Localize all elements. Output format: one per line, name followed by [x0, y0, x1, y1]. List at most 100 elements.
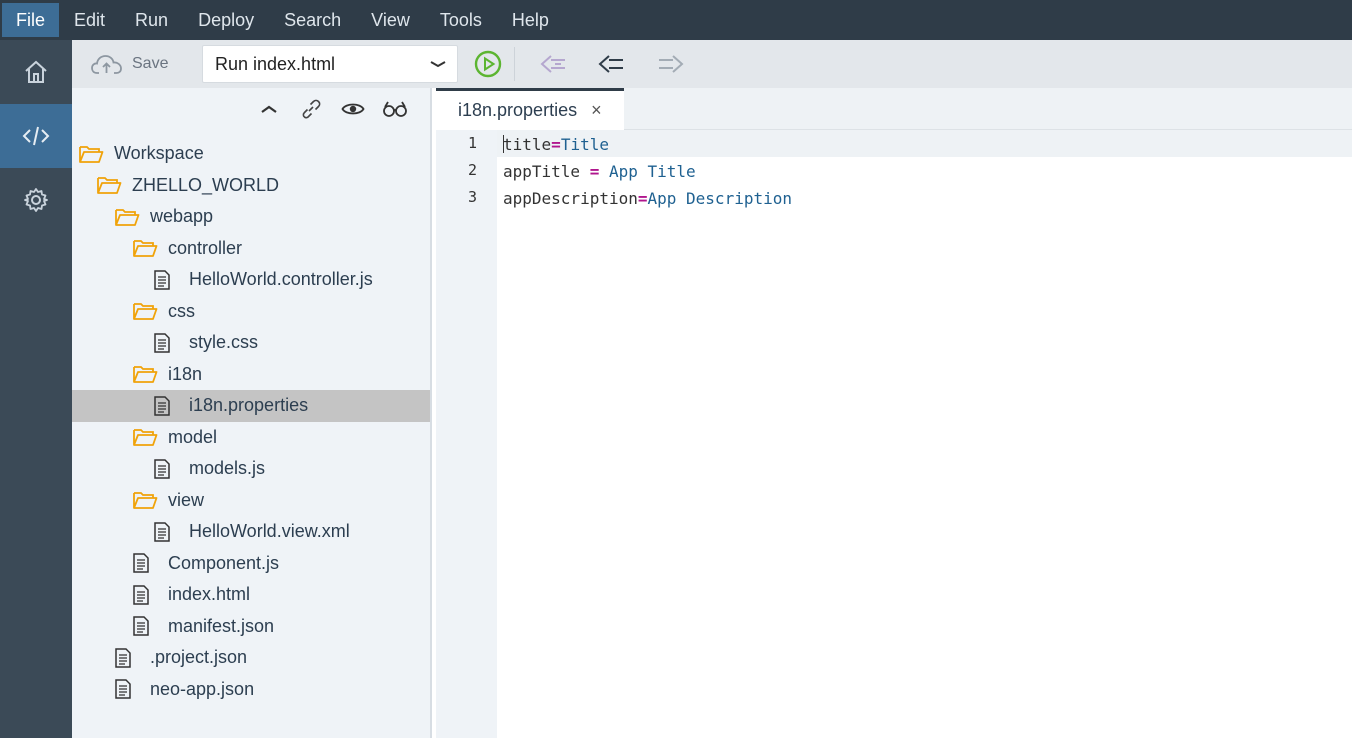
file-icon	[133, 585, 149, 605]
tree-item-label: i18n	[168, 363, 203, 384]
code-line: title=Title	[503, 135, 609, 154]
file-icon	[133, 616, 149, 636]
tab-i18n-properties[interactable]: i18n.properties ×	[436, 88, 624, 130]
property-key: appTitle	[503, 162, 590, 181]
tree-file[interactable]: Component.js	[72, 548, 430, 580]
file-icon	[154, 333, 170, 353]
code-editor[interactable]: 1 title=Title 2 appTitle = App Title 3 appDes…	[436, 130, 1352, 738]
preview-button[interactable]	[374, 94, 416, 124]
tree-item-label: style.css	[189, 332, 259, 353]
tree-item-label: models.js	[189, 458, 266, 479]
tree-folder[interactable]: view	[72, 485, 430, 517]
navigate-forward-button[interactable]	[641, 44, 699, 84]
file-icon-wrap	[153, 331, 181, 355]
run-button[interactable]	[472, 48, 504, 80]
workspace-toolbar	[72, 88, 430, 130]
tree-folder[interactable]: Workspace	[72, 138, 430, 170]
go-to-last-edit-button[interactable]	[525, 44, 583, 84]
collapse-all-button[interactable]	[248, 94, 290, 124]
rail-settings-button[interactable]	[0, 168, 72, 232]
last-edit-icon	[540, 55, 565, 73]
folder-icon-wrap	[132, 236, 160, 260]
arrow-back-icon	[598, 55, 623, 73]
menu-deploy[interactable]: Deploy	[183, 0, 269, 40]
navigate-back-button[interactable]	[583, 44, 641, 84]
menu-help[interactable]: Help	[497, 0, 564, 40]
menu-view[interactable]: View	[356, 0, 425, 40]
property-value: Title	[560, 135, 609, 154]
tree-file[interactable]: index.html	[72, 579, 430, 611]
folder-icon-wrap	[132, 425, 160, 449]
arrow-forward-icon	[659, 55, 684, 73]
folder-icon-wrap	[132, 299, 160, 323]
toolbar-separator	[514, 47, 515, 81]
folder-open-icon	[133, 240, 158, 258]
file-icon-wrap	[153, 457, 181, 481]
line-number: 3	[467, 188, 477, 206]
link-icon	[302, 99, 321, 119]
chevron-down-icon	[430, 61, 446, 68]
menu-file[interactable]: File	[2, 3, 60, 37]
folder-open-icon	[79, 145, 104, 163]
property-op: =	[551, 135, 561, 154]
menu-tools[interactable]: Tools	[425, 0, 497, 40]
menu-bar: File Edit Run Deploy Search View Tools Help	[0, 0, 1352, 40]
editor-tab-bar: i18n.properties ×	[436, 88, 1352, 130]
property-value: App Title	[599, 162, 696, 181]
show-hidden-files-button[interactable]	[332, 94, 374, 124]
file-icon	[115, 679, 131, 699]
tree-item-label: model	[168, 426, 218, 447]
tree-folder[interactable]: ZHELLO_WORLD	[72, 170, 430, 202]
tree-file[interactable]: .project.json	[72, 642, 430, 674]
menu-edit[interactable]: Edit	[59, 0, 120, 40]
tree-file[interactable]: HelloWorld.controller.js	[72, 264, 430, 296]
file-icon-wrap	[132, 551, 160, 575]
link-with-editor-button[interactable]	[290, 94, 332, 124]
file-tree: Workspace ZHELLO_WORLD webapp controller Hel…	[72, 138, 430, 705]
file-icon	[154, 396, 170, 416]
tree-file[interactable]: i18n.properties	[72, 390, 430, 422]
file-icon-wrap	[132, 614, 160, 638]
home-icon	[25, 60, 47, 83]
property-key: title	[503, 135, 552, 154]
property-value: App Description	[647, 189, 793, 208]
close-icon[interactable]: ×	[591, 100, 602, 121]
menu-run[interactable]: Run	[120, 0, 183, 40]
tree-file[interactable]: models.js	[72, 453, 430, 485]
tree-item-label: .project.json	[150, 647, 248, 668]
property-key: appDescription	[503, 189, 638, 208]
folder-icon-wrap	[114, 205, 142, 229]
tab-label: i18n.properties	[458, 100, 578, 120]
tree-item-label: i18n.properties	[189, 395, 309, 416]
tree-folder[interactable]: css	[72, 296, 430, 328]
property-op: =	[637, 189, 648, 208]
tree-file[interactable]: manifest.json	[72, 611, 430, 643]
file-icon-wrap	[153, 520, 181, 544]
folder-open-icon	[97, 177, 122, 195]
tree-folder[interactable]: i18n	[72, 359, 430, 391]
folder-icon-wrap	[96, 173, 124, 197]
tree-folder[interactable]: model	[72, 422, 430, 454]
file-icon	[154, 522, 170, 542]
rail-home-button[interactable]	[0, 40, 72, 104]
run-configuration-select[interactable]: Run index.html	[202, 45, 458, 83]
save-button[interactable]: Save	[90, 53, 200, 75]
active-line-highlight	[497, 130, 1352, 157]
code-line: appDescription=App Description	[503, 189, 792, 208]
tree-folder[interactable]: webapp	[72, 201, 430, 233]
menu-search[interactable]: Search	[269, 0, 356, 40]
play-icon	[474, 50, 502, 78]
rail-development-button[interactable]	[0, 104, 72, 168]
tree-file[interactable]: style.css	[72, 327, 430, 359]
chevron-up-icon	[261, 105, 277, 113]
tree-file[interactable]: HelloWorld.view.xml	[72, 516, 430, 548]
workspace-panel: Workspace ZHELLO_WORLD webapp controller Hel…	[72, 88, 432, 738]
line-number-gutter	[436, 130, 497, 738]
tree-item-label: controller	[168, 237, 243, 258]
folder-open-icon	[115, 208, 140, 226]
file-icon	[133, 553, 149, 573]
tree-item-label: neo-app.json	[150, 678, 255, 699]
tree-folder[interactable]: controller	[72, 233, 430, 265]
file-icon	[154, 270, 170, 290]
tree-file[interactable]: neo-app.json	[72, 674, 430, 706]
